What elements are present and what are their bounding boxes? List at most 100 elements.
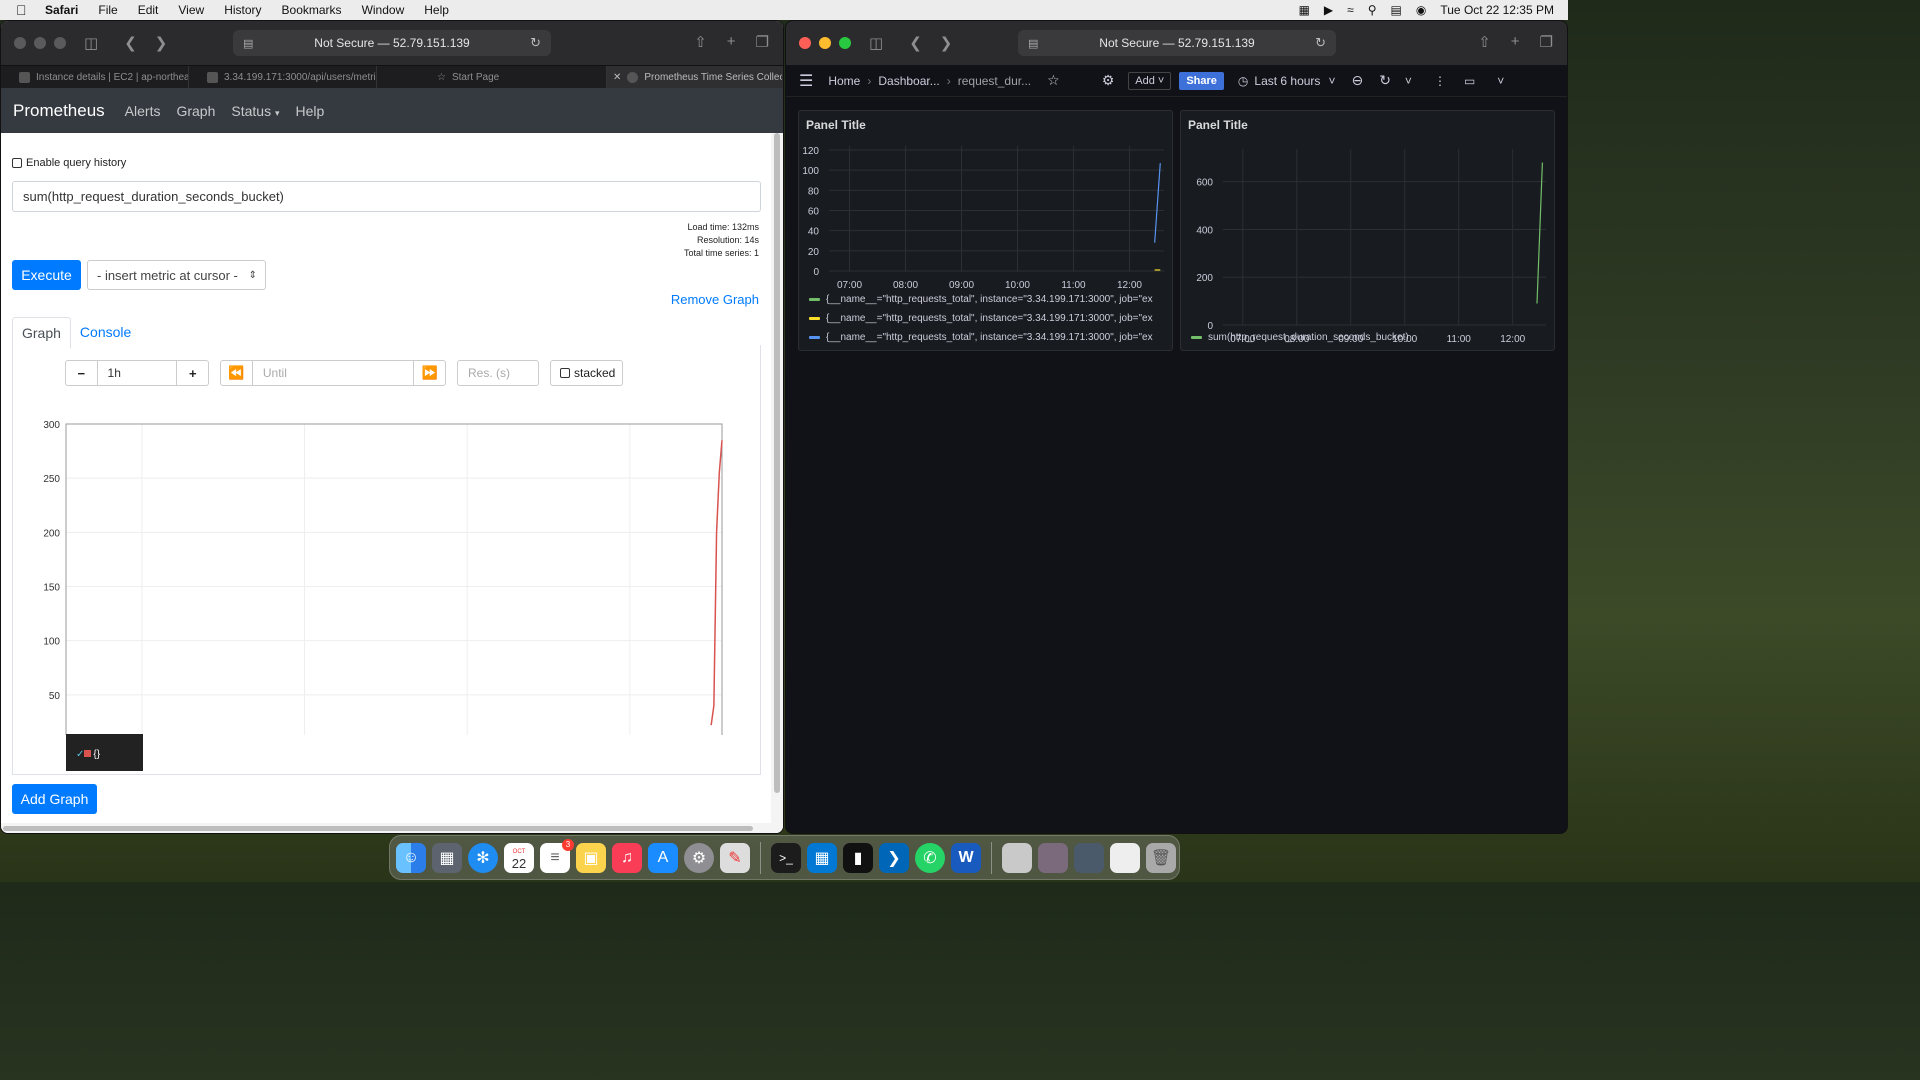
panel-2[interactable]: Panel Title 0 200 400 600 07:00 08:00 09:00 10…	[1180, 110, 1555, 351]
stacked-toggle[interactable]: stacked	[550, 360, 623, 386]
range-input[interactable]: 1h	[96, 361, 178, 385]
reload-icon[interactable]: ↻	[530, 35, 541, 51]
forward-icon[interactable]: ❯	[155, 34, 168, 52]
scroll-thumb[interactable]	[3, 826, 753, 831]
checkbox[interactable]	[12, 158, 22, 168]
menu-help[interactable]: Help	[424, 3, 449, 17]
vscode-icon[interactable]: ❯	[879, 842, 909, 873]
terminal-icon[interactable]: >_	[771, 842, 801, 873]
tab-overview-icon[interactable]: ❐	[756, 33, 769, 51]
back-icon[interactable]: ❮	[909, 34, 922, 52]
tab-ec2[interactable]: Instance details | EC2 | ap-northea...	[1, 66, 189, 88]
music-icon[interactable]: ♫	[612, 842, 642, 873]
expression-input[interactable]: sum(http_request_duration_seconds_bucket…	[12, 181, 761, 212]
metric-select[interactable]: - insert metric at cursor - ⇕	[87, 260, 266, 290]
menu-file[interactable]: File	[98, 3, 117, 17]
time-range-picker[interactable]: Last 6 hours	[1254, 74, 1320, 88]
wifi-icon[interactable]: ≈	[1347, 3, 1354, 17]
play-icon[interactable]: ▶	[1324, 3, 1333, 17]
menu-app[interactable]: Safari	[45, 3, 78, 17]
menu-window[interactable]: Window	[362, 3, 405, 17]
graph-legend[interactable]: ✓ {}	[66, 734, 143, 771]
menu-edit[interactable]: Edit	[138, 3, 159, 17]
windows-app-icon[interactable]: ▦	[807, 842, 837, 873]
intellij-icon[interactable]: ▮	[843, 842, 873, 873]
scroll-thumb[interactable]	[774, 133, 780, 793]
chevron-down-icon[interactable]: ˅	[1328, 74, 1335, 88]
increase-range-button[interactable]: +	[177, 361, 208, 385]
share-icon[interactable]: ⇧	[694, 33, 707, 51]
nav-help[interactable]: Help	[296, 103, 325, 119]
launchpad-icon[interactable]: ▦	[432, 842, 462, 873]
share-button[interactable]: Share	[1179, 71, 1224, 90]
tab-prometheus[interactable]: ✕ Prometheus Time Series Collection...	[607, 66, 783, 88]
chevron-down-icon[interactable]: ˅	[1405, 74, 1412, 88]
close-tab-icon[interactable]: ✕	[613, 72, 621, 83]
stack-icon[interactable]	[1038, 842, 1068, 873]
breadcrumb-dashboard[interactable]: request_dur...	[958, 74, 1031, 88]
reminders-icon[interactable]: ≡ 3	[540, 838, 574, 873]
more-icon[interactable]: ⋮	[1434, 74, 1446, 88]
menu-icon[interactable]: ☰	[799, 71, 813, 91]
page-settings-icon[interactable]: ▤	[1028, 37, 1038, 50]
control-center-icon[interactable]: ▤	[1391, 3, 1402, 17]
address-bar[interactable]: ▤ Not Secure — 52.79.151.139 ↻	[233, 30, 551, 56]
pencil-icon[interactable]: ✎	[720, 842, 750, 873]
calendar-icon[interactable]: OCT 22	[504, 842, 534, 873]
apple-icon[interactable]: 	[16, 2, 31, 18]
legend-item[interactable]: {__name__="http_requests_total", instanc…	[809, 294, 1153, 305]
safari-icon[interactable]: ✻	[468, 842, 498, 873]
menu-bookmarks[interactable]: Bookmarks	[282, 3, 342, 17]
nav-graph[interactable]: Graph	[176, 103, 215, 119]
breadcrumb-home[interactable]: Home	[828, 74, 860, 88]
breadcrumb-dashboards[interactable]: Dashboar...	[878, 74, 939, 88]
zoom-button[interactable]	[839, 37, 851, 49]
refresh-icon[interactable]: ↻	[1379, 72, 1391, 89]
whatsapp-icon[interactable]: ✆	[915, 842, 945, 873]
resolution-input[interactable]: Res. (s)	[457, 360, 539, 386]
downloads-icon[interactable]	[1074, 842, 1104, 873]
reload-icon[interactable]: ↻	[1315, 35, 1326, 51]
documents-folder-icon[interactable]	[1002, 842, 1032, 873]
execute-button[interactable]: Execute	[12, 260, 81, 290]
chevron-down-icon[interactable]: ˅	[1497, 74, 1504, 88]
query-history-toggle[interactable]: Enable query history	[12, 157, 126, 169]
sidebar-icon[interactable]: ◫	[869, 34, 883, 52]
siri-icon[interactable]: ◉	[1416, 3, 1426, 17]
fast-forward-icon[interactable]: ⏩	[414, 361, 445, 385]
address-bar[interactable]: ▤ Not Secure — 52.79.151.139 ↻	[1018, 30, 1336, 56]
star-icon[interactable]: ☆	[1047, 72, 1060, 89]
word-icon[interactable]: W	[951, 842, 981, 873]
vertical-scrollbar[interactable]	[771, 133, 783, 833]
rewind-icon[interactable]: ⏪	[221, 361, 252, 385]
zoom-button[interactable]	[54, 37, 66, 49]
minimize-button[interactable]	[819, 37, 831, 49]
new-tab-icon[interactable]: +	[727, 33, 736, 51]
panel-1[interactable]: Panel Title 0 20 40 60 80 100 120 07:00 08:00 09…	[798, 110, 1173, 351]
nav-status[interactable]: Status ▾	[231, 103, 279, 119]
menu-view[interactable]: View	[178, 3, 204, 17]
menu-history[interactable]: History	[224, 3, 261, 17]
stacked-checkbox[interactable]	[560, 368, 570, 378]
forward-icon[interactable]: ❯	[940, 34, 953, 52]
finder-icon[interactable]: ☺	[396, 842, 426, 873]
page-settings-icon[interactable]: ▤	[243, 37, 253, 50]
tab-metrics[interactable]: 3.34.199.171:3000/api/users/metrics	[189, 66, 377, 88]
grid-icon[interactable]: ▦	[1299, 3, 1310, 17]
search-icon[interactable]: ⚲	[1368, 3, 1377, 17]
add-button[interactable]: Add ˅	[1128, 71, 1172, 90]
legend-item[interactable]: {__name__="http_requests_total", instanc…	[809, 313, 1153, 324]
remove-graph-link[interactable]: Remove Graph	[671, 292, 759, 307]
trash-icon[interactable]: 🗑	[1146, 842, 1176, 873]
legend-item[interactable]: {__name__="http_requests_total", instanc…	[809, 332, 1153, 343]
zoom-out-icon[interactable]: ⊖	[1351, 72, 1363, 89]
decrease-range-button[interactable]: −	[66, 361, 97, 385]
prometheus-brand[interactable]: Prometheus	[13, 101, 105, 121]
sidebar-icon[interactable]: ◫	[84, 34, 98, 52]
nav-alerts[interactable]: Alerts	[125, 103, 161, 119]
horizontal-scrollbar[interactable]	[1, 823, 771, 833]
system-settings-icon[interactable]: ⚙	[684, 842, 714, 873]
new-tab-icon[interactable]: +	[1511, 33, 1520, 51]
tab-overview-icon[interactable]: ❐	[1540, 33, 1553, 51]
notes-icon[interactable]: ▣	[576, 842, 606, 873]
